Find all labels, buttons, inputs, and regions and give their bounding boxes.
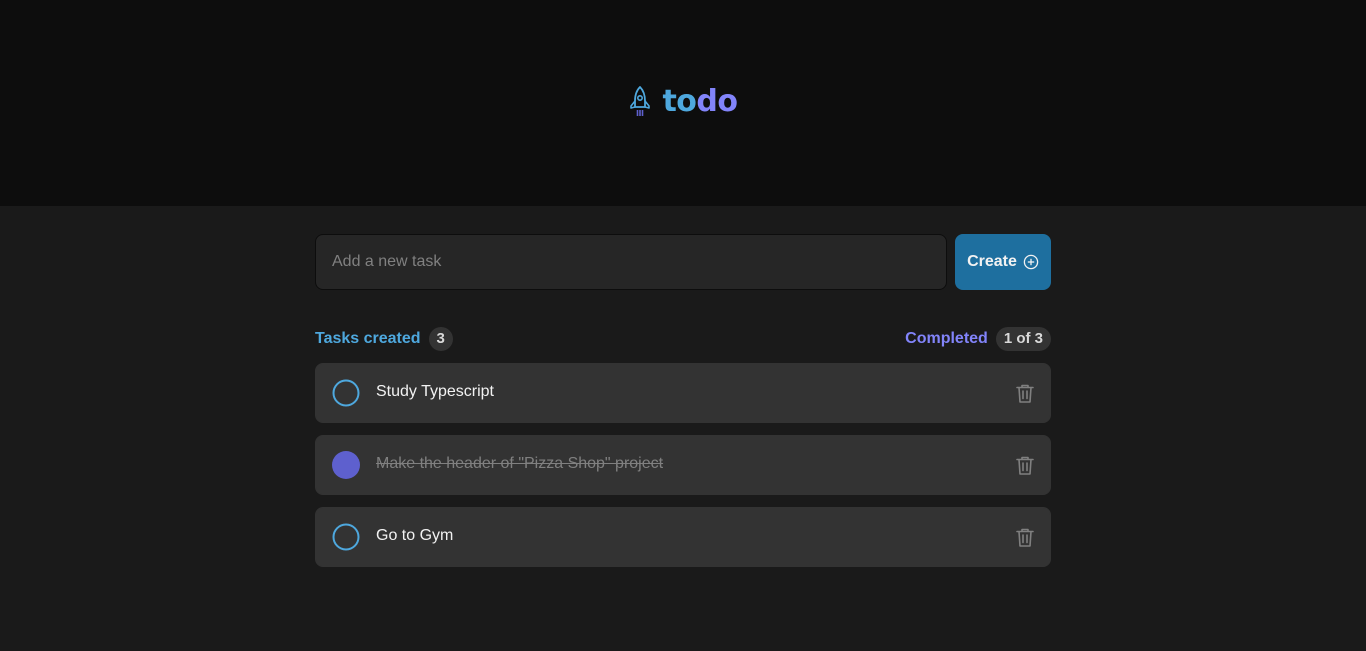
tasks-created-label: Tasks created (315, 330, 421, 347)
task-text: Study Typescript (376, 383, 494, 400)
task-list: Study Typescript Make the header of "Piz… (315, 363, 1051, 567)
task-text: Go to Gym (376, 527, 454, 544)
app-title-part1: to (662, 84, 697, 119)
create-button[interactable]: Create (955, 234, 1051, 290)
task-text: Make the header of "Pizza Shop" project (376, 455, 664, 472)
plus-circle-icon (1023, 254, 1039, 270)
delete-task-button[interactable] (1013, 381, 1037, 405)
trash-icon (1016, 384, 1034, 403)
rocket-icon (630, 86, 651, 116)
tasks-created-badge: 3 (428, 327, 453, 351)
main-content: Create Tasks created 3 Completed 1 of 3 … (315, 234, 1051, 567)
task-item: Study Typescript (315, 363, 1051, 423)
task-checkbox[interactable] (332, 451, 360, 479)
tasks-completed-counter: Completed 1 of 3 (905, 327, 1051, 351)
app-title: to do (662, 84, 738, 119)
tasks-created-counter: Tasks created 3 (315, 327, 453, 351)
delete-task-button[interactable] (1013, 525, 1037, 549)
task-checkbox[interactable] (332, 523, 360, 551)
tasks-completed-badge: 1 of 3 (995, 327, 1051, 351)
task-counters: Tasks created 3 Completed 1 of 3 (315, 327, 1051, 351)
delete-task-button[interactable] (1013, 453, 1037, 477)
trash-icon (1016, 528, 1034, 547)
new-task-form: Create (315, 234, 1051, 290)
app-header: to do (0, 0, 1366, 206)
tasks-completed-label: Completed (905, 330, 988, 347)
app-title-part2: do (696, 84, 738, 119)
create-button-label: Create (967, 253, 1017, 270)
task-checkbox[interactable] (332, 379, 360, 407)
task-item: Make the header of "Pizza Shop" project (315, 435, 1051, 495)
trash-icon (1016, 456, 1034, 475)
task-item: Go to Gym (315, 507, 1051, 567)
app-logo: to do (628, 84, 738, 119)
new-task-input[interactable] (315, 234, 947, 290)
